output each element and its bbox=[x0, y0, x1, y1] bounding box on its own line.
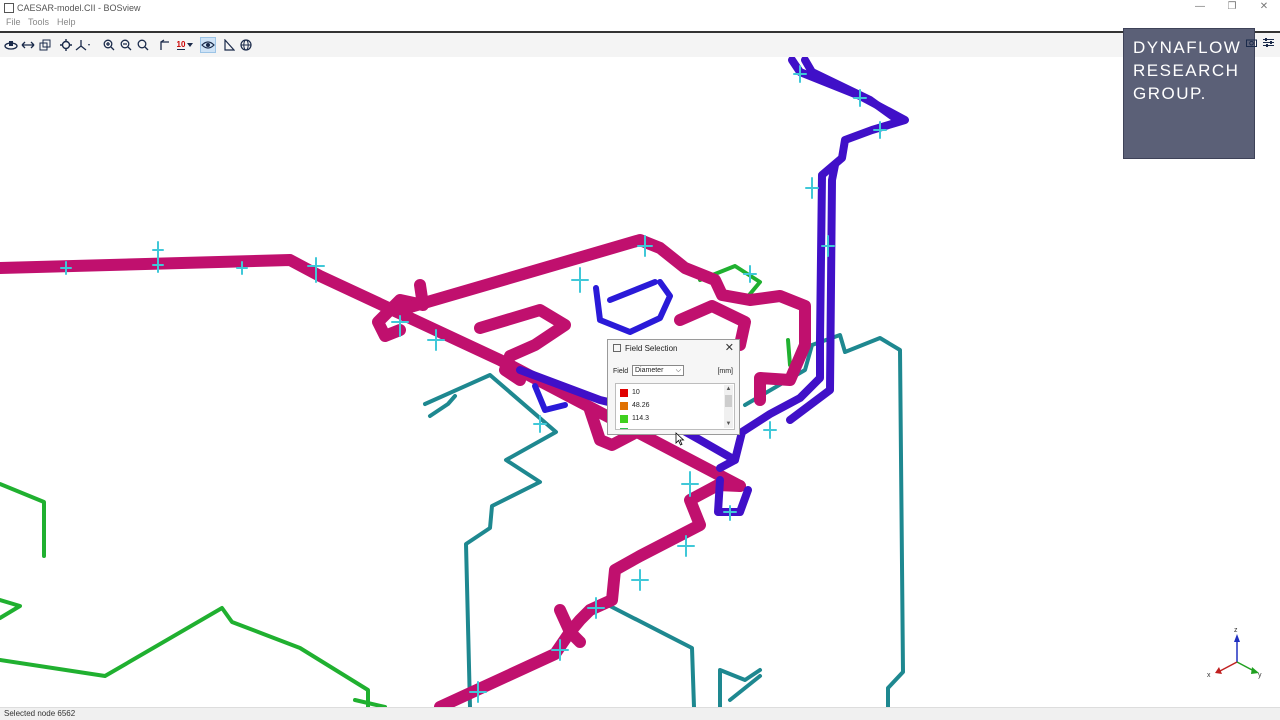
field-select-value: Diameter bbox=[635, 367, 664, 374]
title-bar: CAESAR-model.CII - BOSview — ❐ ✕ bbox=[0, 0, 1280, 16]
chevron-down-icon: ⌵ bbox=[675, 367, 681, 374]
camera-icon[interactable] bbox=[1246, 38, 1260, 50]
legend-value: 48.26 bbox=[632, 402, 650, 409]
app-icon bbox=[4, 3, 14, 13]
minimize-button[interactable]: — bbox=[1184, 0, 1216, 16]
close-window-button[interactable]: ✕ bbox=[1248, 0, 1280, 16]
zoom-out-icon[interactable] bbox=[118, 37, 134, 53]
axis-triad: z x y bbox=[1207, 627, 1262, 679]
dialog-close-button[interactable]: ✕ bbox=[725, 341, 734, 354]
brand-line-3: GROUP. bbox=[1133, 84, 1207, 103]
menu-file[interactable]: File bbox=[6, 17, 21, 27]
field-select[interactable]: Diameter ⌵ bbox=[632, 365, 684, 376]
brand-line-2: RESEARCH bbox=[1133, 61, 1240, 80]
axis-x-label: x bbox=[1207, 672, 1211, 679]
scroll-up-icon[interactable]: ▲ bbox=[724, 385, 733, 393]
axes-dropdown-icon[interactable] bbox=[75, 37, 91, 53]
right-toolbar bbox=[1246, 38, 1275, 50]
measure-icon[interactable] bbox=[221, 37, 237, 53]
menu-help[interactable]: Help bbox=[57, 17, 76, 27]
scroll-down-icon[interactable]: ▼ bbox=[724, 420, 733, 428]
pan-icon[interactable] bbox=[20, 37, 36, 53]
legend-swatch bbox=[620, 402, 628, 410]
restore-button[interactable]: ❐ bbox=[1216, 0, 1248, 16]
view-box-icon[interactable] bbox=[37, 37, 53, 53]
zoom-fit-icon[interactable] bbox=[135, 37, 151, 53]
toolbar: 10 bbox=[0, 33, 1280, 57]
legend-scrollbar[interactable]: ▲ ▼ bbox=[724, 385, 733, 428]
dimension-icon[interactable] bbox=[157, 37, 173, 53]
legend-list[interactable]: 10 48.26 114.3 ▲ ▼ bbox=[615, 383, 735, 430]
brand-line-1: DYNAFLOW bbox=[1133, 38, 1242, 57]
axis-y-label: y bbox=[1258, 672, 1262, 679]
status-bar: Selected node 6562 bbox=[0, 707, 1280, 720]
pipe-large-diameter bbox=[0, 234, 811, 707]
node-target-icon[interactable] bbox=[58, 37, 74, 53]
visibility-icon[interactable] bbox=[200, 37, 216, 53]
zoom-in-icon[interactable] bbox=[101, 37, 117, 53]
brand-logo: DYNAFLOW RESEARCH GROUP. bbox=[1123, 28, 1255, 159]
field-label: Field bbox=[613, 368, 629, 375]
status-text: Selected node 6562 bbox=[4, 709, 76, 718]
dialog-icon bbox=[613, 344, 621, 352]
mouse-cursor-icon bbox=[675, 432, 685, 446]
globe-icon[interactable] bbox=[238, 37, 254, 53]
scroll-thumb[interactable] bbox=[725, 395, 732, 407]
dialog-title: Field Selection bbox=[625, 344, 678, 353]
settings-icon[interactable] bbox=[1263, 38, 1275, 50]
orbit-icon[interactable] bbox=[3, 37, 19, 53]
legend-swatch bbox=[620, 389, 628, 397]
menu-tools[interactable]: Tools bbox=[28, 17, 49, 27]
legend-value: 114.3 bbox=[632, 415, 649, 422]
legend-swatch bbox=[620, 415, 628, 423]
field-selection-dialog: Field Selection ✕ Field Diameter ⌵ [mm] … bbox=[607, 339, 740, 435]
label-dropdown-icon[interactable]: 10 bbox=[174, 37, 196, 53]
unit-label: [mm] bbox=[717, 368, 733, 375]
legend-value: 10 bbox=[632, 389, 640, 396]
menu-bar: File Tools Help bbox=[0, 16, 1280, 30]
window-title: CAESAR-model.CII - BOSview bbox=[17, 3, 141, 13]
axis-z-label: z bbox=[1234, 627, 1238, 634]
